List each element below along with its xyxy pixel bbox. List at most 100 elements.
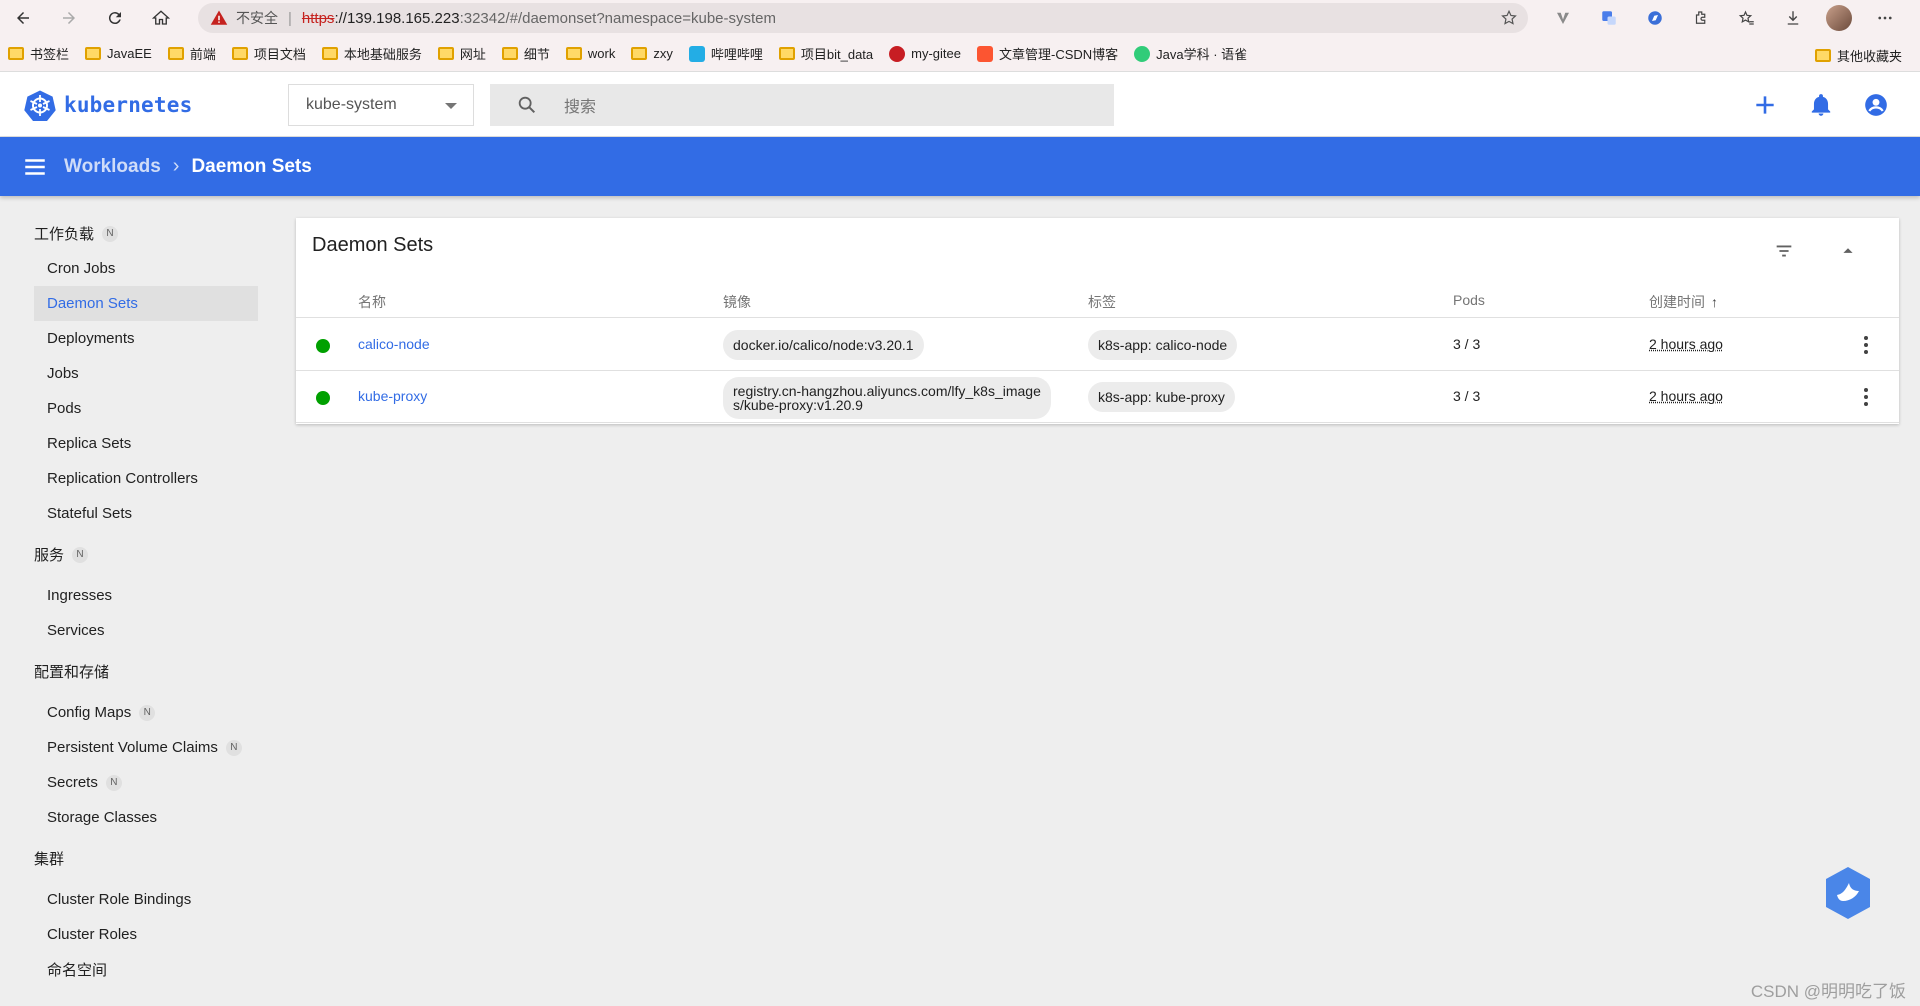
search-icon — [518, 96, 536, 114]
notifications-icon[interactable] — [1808, 92, 1834, 118]
bookmark-item[interactable]: 细节 — [501, 44, 550, 63]
column-header-created[interactable]: 创建时间 ↑ — [1649, 292, 1718, 312]
add-icon[interactable] — [1752, 92, 1778, 118]
home-icon[interactable] — [138, 0, 184, 36]
table-header: 名称 镜像 标签 Pods 创建时间 ↑ — [296, 282, 1899, 318]
sidebar-section-cluster[interactable]: 集群 — [0, 841, 270, 876]
daemon-sets-card: Daemon Sets 名称 镜像 标签 Pods 创建时间 ↑ calico-n… — [296, 218, 1899, 424]
sidebar-item-replication-controllers[interactable]: Replication Controllers — [34, 461, 258, 496]
sidebar-item-daemon-sets[interactable]: Daemon Sets — [34, 286, 258, 321]
extensions-icon[interactable] — [1678, 0, 1724, 36]
table-row: kube-proxy registry.cn-hangzhou.aliyuncs… — [296, 371, 1899, 423]
bookmark-item[interactable]: 项目文档 — [231, 44, 306, 63]
filter-icon[interactable] — [1773, 240, 1795, 262]
sidebar-item-namespaces[interactable]: 命名空间 — [34, 952, 258, 987]
sidebar-item-storage-classes[interactable]: Storage Classes — [34, 800, 258, 835]
sidebar-item-cron-jobs[interactable]: Cron Jobs — [34, 251, 258, 286]
sidebar-section-config-storage[interactable]: 配置和存储 — [0, 654, 270, 689]
sidebar-item-secrets[interactable]: Secrets N — [34, 765, 258, 800]
sidebar-item-stateful-sets[interactable]: Stateful Sets — [34, 496, 258, 531]
sidebar-item-ingresses[interactable]: Ingresses — [34, 578, 258, 613]
bookmark-item[interactable]: 哔哩哔哩 — [688, 44, 763, 63]
bookmark-item[interactable]: my-gitee — [889, 45, 961, 62]
favorites-icon[interactable] — [1724, 0, 1770, 36]
label-chip: k8s-app: calico-node — [1088, 330, 1238, 360]
url-scheme: https — [301, 9, 335, 27]
collapse-icon[interactable] — [1837, 240, 1859, 262]
sidebar-item-services[interactable]: Services — [34, 613, 258, 648]
url-host: ://139.198.165.223 — [334, 9, 460, 27]
bookmark-item[interactable]: 本地基础服务 — [321, 44, 422, 63]
profile-avatar[interactable] — [1816, 0, 1862, 36]
sidebar-item-cluster-roles[interactable]: Cluster Roles — [34, 917, 258, 952]
breadcrumb-workloads[interactable]: Workloads — [64, 156, 161, 178]
bookmark-item[interactable]: 网址 — [437, 44, 486, 63]
column-header-image: 镜像 — [723, 294, 751, 310]
folder-icon — [231, 47, 248, 60]
image-chip: docker.io/calico/node:v3.20.1 — [723, 330, 924, 360]
bookmark-item[interactable]: zxy — [631, 46, 673, 61]
sidebar-item-jobs[interactable]: Jobs — [34, 356, 258, 391]
namespace-select[interactable]: kube-system — [288, 84, 474, 126]
translate-icon[interactable] — [1586, 0, 1632, 36]
daemonset-name-link[interactable]: kube-proxy — [358, 388, 427, 404]
gitee-icon — [889, 45, 906, 62]
sidebar-item-cluster-role-bindings[interactable]: Cluster Role Bindings — [34, 882, 258, 917]
url-path: :32342/#/daemonset?namespace=kube-system — [459, 9, 777, 27]
more-vert-icon[interactable] — [1863, 335, 1869, 355]
folder-icon — [1814, 49, 1831, 62]
favorite-icon[interactable] — [1500, 9, 1518, 27]
other-bookmarks[interactable]: 其他收藏夹 — [1814, 46, 1902, 65]
column-header-labels: 标签 — [1088, 294, 1116, 310]
breadcrumb-separator: › — [172, 155, 180, 177]
kubernetes-logo[interactable]: kubernetes — [24, 89, 192, 121]
folder-icon — [501, 47, 518, 60]
sidebar-item-pods[interactable]: Pods — [34, 391, 258, 426]
column-header-name[interactable]: 名称 — [358, 292, 386, 312]
namespaced-badge: N — [139, 704, 156, 721]
bookmark-item[interactable]: 前端 — [167, 44, 216, 63]
sidebar-section-services[interactable]: 服务 N — [0, 537, 270, 572]
more-vert-icon[interactable] — [1863, 387, 1869, 407]
bookmark-item[interactable]: work — [565, 46, 615, 61]
warning-icon — [210, 10, 228, 25]
csdn-icon — [977, 45, 993, 62]
sidebar-section-workloads[interactable]: 工作负载 N — [0, 216, 270, 251]
daemonset-name-link[interactable]: calico-node — [358, 336, 430, 352]
sidebar-item-persistent-volume-claims[interactable]: Persistent Volume Claims N — [34, 730, 258, 765]
sidebar-item-config-maps[interactable]: Config Maps N — [34, 695, 258, 730]
status-running-icon — [316, 339, 330, 353]
bookmark-item[interactable]: 书签栏 — [8, 44, 69, 63]
bookmarks-bar: 书签栏 JavaEE 前端 项目文档 本地基础服务 网址 细节 work zxy… — [0, 36, 1920, 72]
more-icon[interactable] — [1862, 0, 1908, 36]
sidebar-item-deployments[interactable]: Deployments — [34, 321, 258, 356]
url-field[interactable]: 不安全 | https://139.198.165.223:32342/#/da… — [198, 3, 1528, 33]
pods-count: 3 / 3 — [1453, 336, 1481, 352]
bookmark-item[interactable]: 项目bit_data — [778, 44, 873, 63]
back-icon[interactable] — [0, 0, 46, 36]
dropdown-arrow-icon — [445, 103, 457, 109]
namespaced-badge: N — [102, 225, 119, 242]
sidebar-item-replica-sets[interactable]: Replica Sets — [34, 426, 258, 461]
folder-icon — [321, 47, 338, 60]
table-row: calico-node docker.io/calico/node:v3.20.… — [296, 319, 1899, 371]
folder-icon — [565, 47, 582, 60]
extension-v-icon[interactable] — [1540, 0, 1586, 36]
account-icon[interactable] — [1863, 92, 1889, 118]
menu-icon[interactable] — [22, 154, 48, 180]
bookmark-item[interactable]: 文章管理-CSDN博客 — [977, 44, 1118, 63]
assistant-bird-icon[interactable] — [1820, 865, 1876, 921]
folder-icon — [437, 47, 454, 60]
reload-icon[interactable] — [92, 0, 138, 36]
created-time: 2 hours ago — [1649, 336, 1723, 352]
bookmark-item[interactable]: Java学科 · 语雀 — [1134, 44, 1247, 63]
namespaced-badge: N — [105, 774, 122, 791]
namespaced-badge: N — [225, 739, 242, 756]
page-toolbar: Workloads › Daemon Sets — [0, 137, 1920, 196]
search-input[interactable]: 搜索 — [490, 84, 1114, 126]
download-icon[interactable] — [1770, 0, 1816, 36]
forward-icon[interactable] — [46, 0, 92, 36]
namespaced-badge: N — [72, 546, 89, 563]
bookmark-item[interactable]: JavaEE — [85, 46, 152, 61]
extension-compass-icon[interactable] — [1632, 0, 1678, 36]
